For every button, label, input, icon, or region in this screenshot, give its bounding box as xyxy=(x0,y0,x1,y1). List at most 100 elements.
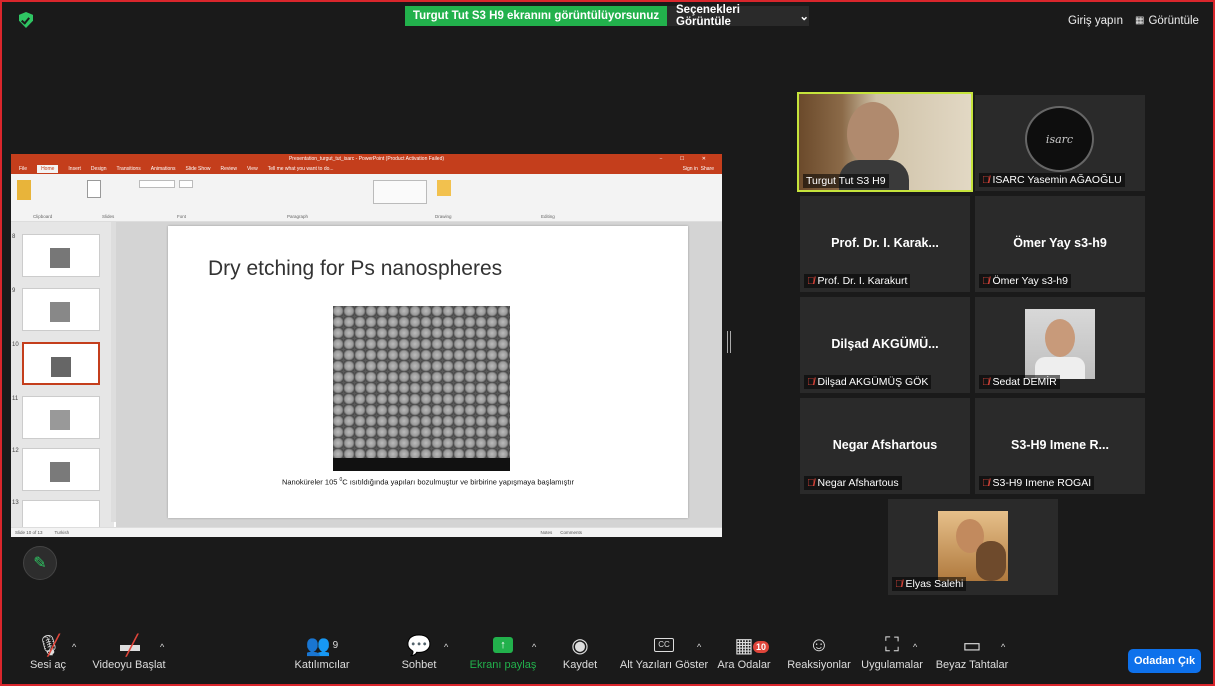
breakout-rooms-button[interactable]: ▦ Ara Odalar xyxy=(717,631,771,683)
breakout-label: Ara Odalar xyxy=(717,659,771,671)
tab-review: Review xyxy=(220,166,237,172)
tab-slideshow: Slide Show xyxy=(185,166,211,172)
participant-tile[interactable]: isarc 🎙̸ ISARC Yasemin AĞAOĞLU xyxy=(975,95,1145,191)
tab-insert: Insert xyxy=(68,166,81,172)
current-slide: Dry etching for Ps nanospheres Nanokürel… xyxy=(168,226,688,518)
caption-text-rest: C ısıtıldığında yapıları bozulmuştur ve … xyxy=(342,477,575,487)
participant-tile[interactable]: 🎙̸ Elyas Salehi xyxy=(888,499,1058,595)
participant-name: Negar Afshartous xyxy=(817,477,899,489)
participant-name-label: 🎙̸ Ömer Yay s3-h9 xyxy=(979,274,1071,288)
participant-name: Turgut Tut S3 H9 xyxy=(806,175,886,187)
participant-name-label: 🎙̸ Dilşad AKGÜMÜŞ GÖK xyxy=(804,375,932,389)
participant-name-label: 🎙̸ ISARC Yasemin AĞAOĞLU xyxy=(979,173,1125,187)
participant-display-name: Prof. Dr. I. Karak... xyxy=(831,236,939,250)
whiteboard-button[interactable]: ▭ Beyaz Tahtalar xyxy=(935,631,1009,683)
comments-toggle: Comments xyxy=(560,530,582,535)
participant-tile[interactable]: Prof. Dr. I. Karak... 🎙̸ Prof. Dr. I. Kar… xyxy=(800,196,970,292)
participant-name-label: Turgut Tut S3 H9 xyxy=(803,174,889,188)
isarc-logo: isarc xyxy=(1025,106,1094,172)
reactions-button[interactable]: ☺ Reaksiyonlar xyxy=(787,631,851,683)
slide-thumbnail xyxy=(22,288,100,331)
tab-animations: Animations xyxy=(150,166,176,172)
apps-button[interactable]: ⛶ Uygulamalar xyxy=(860,631,924,683)
captions-button[interactable]: CC Alt Yazıları Göster xyxy=(620,631,708,683)
slide-thumbnails-pane: 8 9 10 11 12 13 xyxy=(11,222,114,527)
captions-options-caret[interactable]: ^ xyxy=(697,642,701,652)
tab-home: Home xyxy=(37,165,59,173)
tab-view: View xyxy=(246,166,258,172)
video-options-caret[interactable]: ^ xyxy=(160,642,164,652)
mic-muted-icon: 🎙̸ xyxy=(982,376,990,388)
font-name-box xyxy=(139,180,175,188)
start-video-button[interactable]: ▬ ╱ Videoyu Başlat xyxy=(92,631,166,683)
mic-muted-icon: 🎙̸ xyxy=(807,477,815,489)
group-slides: Slides xyxy=(102,214,115,219)
thumb-number: 8 xyxy=(12,234,16,240)
participants-button[interactable]: 👥 9 Katılımcılar xyxy=(292,631,352,683)
tab-transitions: Transitions xyxy=(116,166,141,172)
thumb-number: 13 xyxy=(12,500,19,506)
slide-thumbnail xyxy=(22,234,100,277)
tell-me-search: Tell me what you want to do... xyxy=(267,166,334,172)
ppt-share-label: Share xyxy=(700,166,714,172)
thumb-number: 12 xyxy=(12,448,19,454)
share-options-caret[interactable]: ^ xyxy=(532,642,536,652)
reactions-label: Reaksiyonlar xyxy=(787,659,851,671)
participant-face xyxy=(847,102,899,166)
audio-options-caret[interactable]: ^ xyxy=(72,642,76,652)
reactions-icon: ☺ xyxy=(808,633,830,656)
participant-name-label: 🎙̸ S3-H9 Imene ROGAI xyxy=(979,476,1095,490)
arrange-icon xyxy=(437,180,451,196)
whiteboard-label: Beyaz Tahtalar xyxy=(935,659,1009,671)
apps-icon: ⛶ xyxy=(885,633,899,656)
ppt-ribbon-tabs: File Home Insert Design Transitions Anim… xyxy=(11,164,722,174)
thumb-number: 9 xyxy=(12,288,16,294)
mic-muted-icon: 🎙̸ xyxy=(895,578,903,590)
ppt-title-bar: Presentation_turgut_tut_isarc - PowerPoi… xyxy=(11,154,722,164)
participant-display-name: Ömer Yay s3-h9 xyxy=(1013,236,1107,250)
participant-tile[interactable]: Ömer Yay s3-h9 🎙̸ Ömer Yay s3-h9 xyxy=(975,196,1145,292)
share-label: Ekranı paylaş xyxy=(469,659,537,671)
participant-display-name: S3-H9 Imene R... xyxy=(1011,438,1109,452)
slide-counter: Slide 10 of 13 xyxy=(15,530,43,535)
record-button[interactable]: ◉ Kaydet xyxy=(560,631,600,683)
view-options-button[interactable]: Seçenekleri Görüntüle ⌄ xyxy=(667,4,809,28)
slide-thumbnail xyxy=(22,448,100,491)
chat-icon: 💬 xyxy=(406,634,432,657)
group-paragraph: Paragraph xyxy=(287,214,309,219)
chat-button[interactable]: 💬 Sohbet xyxy=(398,631,440,683)
chat-label: Sohbet xyxy=(401,659,437,671)
view-button[interactable]: ▦ Görüntüle xyxy=(1135,15,1199,27)
apps-options-caret[interactable]: ^ xyxy=(913,642,917,652)
shared-powerpoint-window: Presentation_turgut_tut_isarc - PowerPoi… xyxy=(11,154,722,537)
share-screen-button[interactable]: ↑ Ekranı paylaş xyxy=(470,631,536,683)
thumb-image xyxy=(50,302,70,322)
leave-meeting-button[interactable]: Odadan Çık xyxy=(1128,649,1201,673)
ppt-sign-in-label: Sign in xyxy=(682,166,698,172)
thumb-image xyxy=(50,248,70,268)
mic-muted-icon: 🎙̸ xyxy=(807,275,815,287)
participant-name-label: 🎙̸ Elyas Salehi xyxy=(892,577,967,591)
record-icon: ◉ xyxy=(571,634,589,657)
participant-tile[interactable]: 🎙̸ Sedat DEMİR xyxy=(975,297,1145,393)
participant-tile-active[interactable]: Turgut Tut S3 H9 xyxy=(797,92,973,192)
sign-in-link[interactable]: Giriş yapın xyxy=(1068,15,1123,27)
annotate-pen-button[interactable]: ✎ xyxy=(23,546,57,580)
participant-tile[interactable]: S3-H9 Imene R... 🎙̸ S3-H9 Imene ROGAI xyxy=(975,398,1145,494)
participant-tile[interactable]: Negar Afshartous 🎙̸ Negar Afshartous xyxy=(800,398,970,494)
thumb-image xyxy=(50,462,70,482)
group-font: Font xyxy=(177,214,187,219)
ppt-status-bar: Slide 10 of 13 Turkish Notes Comments xyxy=(11,527,722,537)
unmute-button[interactable]: 🎙 ╱ Sesi aç xyxy=(28,631,68,683)
view-label: Görüntüle xyxy=(1148,15,1199,27)
participant-display-name: Negar Afshartous xyxy=(832,438,938,452)
whiteboard-icon: ▭ xyxy=(962,634,982,657)
whiteboard-options-caret[interactable]: ^ xyxy=(1001,642,1005,652)
participant-name: Ömer Yay s3-h9 xyxy=(992,275,1068,287)
mic-muted-icon: 🎙̸ xyxy=(807,376,815,388)
slide-title: Dry etching for Ps nanospheres xyxy=(208,257,503,280)
participant-tile[interactable]: Dilşad AKGÜMÜ... 🎙̸ Dilşad AKGÜMÜŞ GÖK xyxy=(800,297,970,393)
splitter-handle[interactable] xyxy=(727,331,731,353)
participant-name-label: 🎙̸ Negar Afshartous xyxy=(804,476,902,490)
chat-options-caret[interactable]: ^ xyxy=(444,642,448,652)
